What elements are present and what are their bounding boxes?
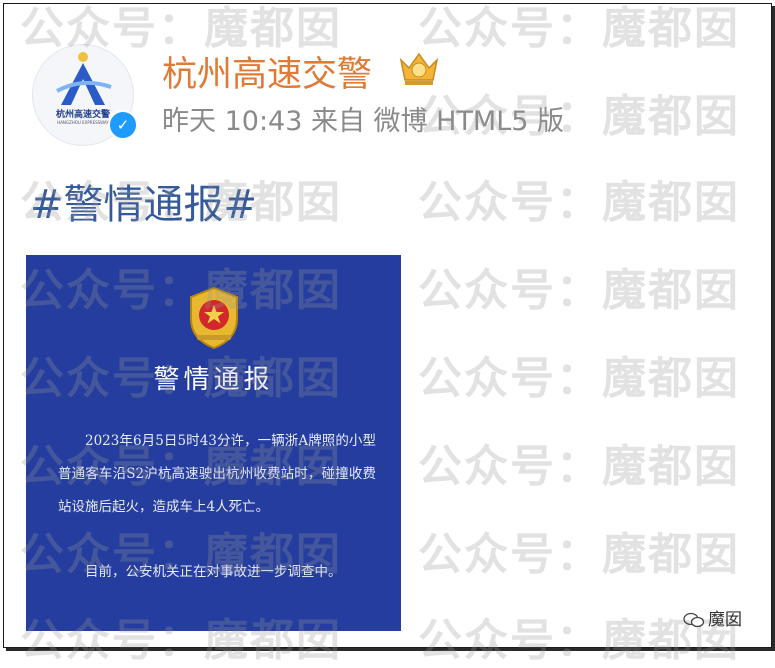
footer-logo: 魔囡: [683, 605, 742, 630]
notice-paragraph: 2023年6月5日5时43分许，一辆浙A牌照的小型普通客车沿S2沪杭高速驶出杭州…: [58, 433, 376, 515]
username[interactable]: 杭州高速交警: [162, 46, 372, 97]
post-meta: 昨天 10:43 来自 微博 HTML5 版: [162, 106, 565, 137]
screenshot-frame: 杭州高速交警 HANGZHOU EXPRESSWAY ✓ 杭州高速交警 昨天 1…: [3, 3, 772, 648]
notice-title: 警情通报: [153, 365, 274, 395]
police-emblem-icon: [190, 286, 238, 350]
police-logo-icon: [56, 52, 112, 105]
verified-icon: ✓: [108, 110, 138, 140]
crown-badge-icon[interactable]: [396, 48, 442, 88]
avatar-label: 杭州高速交警: [55, 110, 110, 120]
hashtag-link[interactable]: #警情通报#: [30, 172, 257, 230]
wechat-icon: [683, 612, 705, 628]
notice-image[interactable]: 警情通报 2023年6月5日5时43分许，一辆浙A牌照的小型普通客车沿S2沪杭高…: [26, 255, 401, 631]
notice-paragraph: 目前，公安机关正在对事故进一步调查中。: [85, 564, 342, 580]
